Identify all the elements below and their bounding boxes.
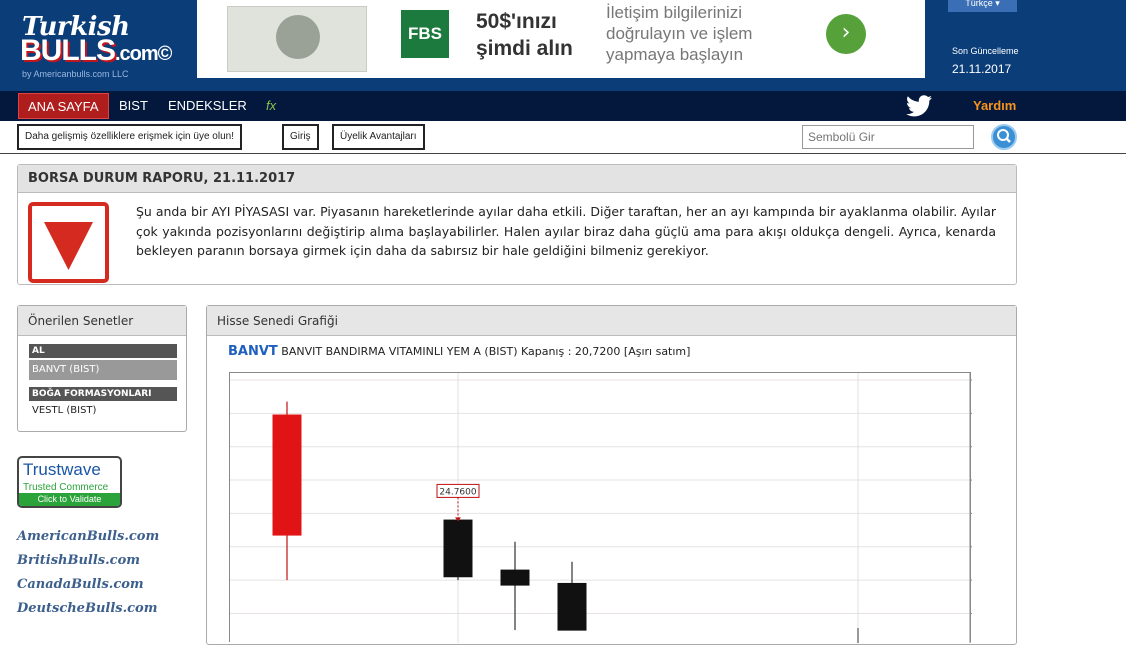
benefits-button[interactable]: Üyelik Avantajları <box>332 124 425 150</box>
link-britishbulls[interactable]: BritishBulls.com <box>17 551 159 575</box>
search-button[interactable] <box>991 124 1017 150</box>
logo-by: by Americanbulls.com LLC <box>22 69 129 79</box>
link-americanbulls[interactable]: AmericanBulls.com <box>17 527 159 551</box>
market-status-report: BORSA DURUM RAPORU, 21.11.2017 Şu anda b… <box>17 164 1017 285</box>
chart-caption: BANVT BANVIT BANDIRMA VITAMINLI YEM A (B… <box>228 344 690 359</box>
stock-link-vestl[interactable]: VESTL (BIST) <box>32 405 96 416</box>
recommended-title: Önerilen Senetler <box>18 306 186 336</box>
stock-link-banvt[interactable]: BANVT (BIST) <box>29 360 177 380</box>
member-bar: Daha gelişmiş özelliklere erişmek için ü… <box>0 121 1126 154</box>
banknote-image <box>227 6 367 72</box>
nav-help[interactable]: Yardım <box>973 93 1016 119</box>
symbol-search-input[interactable] <box>802 125 974 149</box>
ad-description: İletişim bilgilerinizi doğrulayın ve işl… <box>606 3 753 64</box>
annotation-label: 24.7600 <box>439 487 476 497</box>
buy-header: AL <box>29 344 177 358</box>
chevron-right-icon[interactable]: › <box>826 14 866 54</box>
search-icon <box>997 129 1011 143</box>
trustwave-name: Trustwave <box>23 460 101 479</box>
nav-home[interactable]: ANA SAYFA <box>18 93 109 119</box>
last-updated-date: 21.11.2017 <box>952 62 1012 76</box>
stock-chart-panel: Hisse Senedi Grafiği BANVT BANVIT BANDIR… <box>206 305 1017 645</box>
trustwave-tagline: Trusted Commerce <box>23 482 109 493</box>
last-updated: Son Güncelleme 21.11.2017 <box>952 46 1019 76</box>
ad-offer: 50$'ınızı şimdi alın <box>476 10 573 60</box>
language-select[interactable]: Türkçe ▾ <box>948 0 1017 12</box>
site-logo[interactable]: Turkish BULLS.com© by Americanbulls.com … <box>18 12 178 84</box>
logo-line2: BULLS.com© <box>20 34 172 67</box>
chart-panel-title: Hisse Senedi Grafiği <box>207 306 1016 336</box>
trustwave-cta: Click to Validate <box>19 493 120 506</box>
site-header: Turkish BULLS.com© by Americanbulls.com … <box>0 0 1126 91</box>
link-deutschebulls[interactable]: DeutscheBulls.com <box>17 599 159 623</box>
link-canadabulls[interactable]: CanadaBulls.com <box>17 575 159 599</box>
recommended-stocks-panel: Önerilen Senetler AL BANVT (BIST) BOĞA F… <box>17 305 187 432</box>
candle-body <box>500 569 530 586</box>
signup-button[interactable]: Daha gelişmiş özelliklere erişmek için ü… <box>17 124 242 150</box>
nav-bist[interactable]: BIST <box>119 93 148 119</box>
nav-fx[interactable]: fx <box>266 93 276 119</box>
twitter-icon[interactable] <box>906 95 932 117</box>
report-title: BORSA DURUM RAPORU, 21.11.2017 <box>18 165 1016 193</box>
bear-market-down-arrow-icon <box>28 202 109 283</box>
ad-banner[interactable]: FBS 50$'ınızı şimdi alın İletişim bilgil… <box>197 0 925 78</box>
last-updated-label: Son Güncelleme <box>952 46 1019 56</box>
nav-endeksler[interactable]: ENDEKSLER <box>168 93 247 119</box>
bull-patterns-header: BOĞA FORMASYONLARI <box>29 387 177 401</box>
fbs-logo: FBS <box>401 10 449 58</box>
candlestick-plot: 222324252627282924.7600 <box>229 372 990 643</box>
report-text: Şu anda bir AYI PİYASASI var. Piyasanın … <box>136 204 996 258</box>
candle-body <box>443 519 473 578</box>
trustwave-badge[interactable]: Trustwave Trusted Commerce Click to Vali… <box>17 456 122 508</box>
main-nav: ANA SAYFA BIST ENDEKSLER fx Yardım <box>0 91 1126 121</box>
login-button[interactable]: Giriş <box>282 124 319 150</box>
chart-svg: 222324252627282924.7600 <box>230 373 990 643</box>
chart-symbol[interactable]: BANVT <box>228 344 278 359</box>
candle-body <box>557 582 587 631</box>
candle-body <box>272 414 302 536</box>
chart-description: BANVIT BANDIRMA VITAMINLI YEM A (BIST) K… <box>281 345 691 358</box>
sister-sites: AmericanBulls.com BritishBulls.com Canad… <box>17 527 159 623</box>
